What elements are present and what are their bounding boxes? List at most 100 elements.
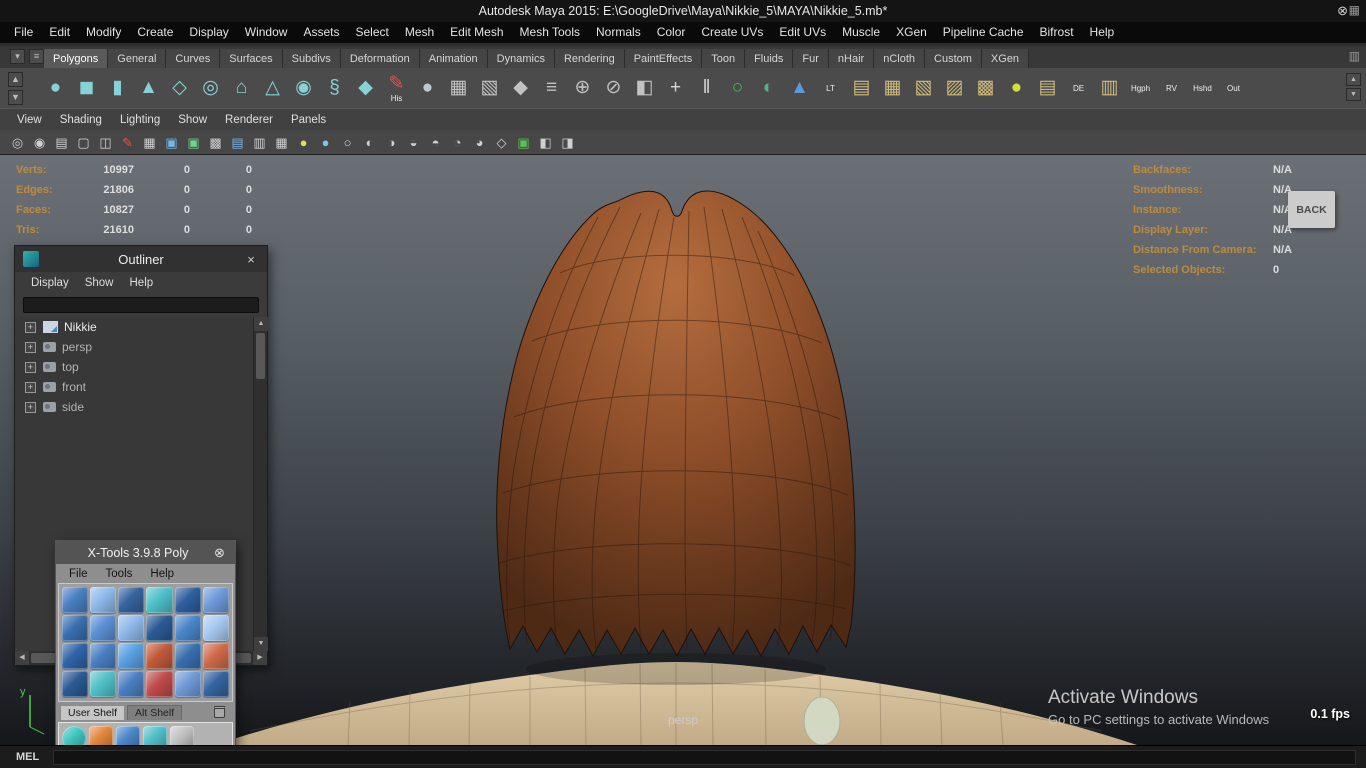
shelf-tab[interactable]: Deformation xyxy=(340,49,420,68)
outliner-item[interactable]: side xyxy=(15,397,253,417)
outliner-menu-item[interactable]: Help xyxy=(122,277,162,289)
menu-item[interactable]: Help xyxy=(1082,22,1123,43)
outliner-menu-item[interactable]: Show xyxy=(77,277,122,289)
menubar-right-icon[interactable]: ▦ xyxy=(1349,3,1360,17)
outliner-item[interactable]: front xyxy=(15,377,253,397)
menu-item[interactable]: Edit xyxy=(41,22,78,43)
poly-pyramid-icon[interactable]: △ xyxy=(257,70,288,106)
xtools-tool-icon[interactable] xyxy=(202,587,229,613)
shelf-tabs-right-icon[interactable]: ▥ xyxy=(1349,49,1360,63)
outliner-close-icon[interactable]: × xyxy=(243,252,259,267)
xtools-tool-icon[interactable] xyxy=(90,615,117,641)
menu-item[interactable]: Modify xyxy=(78,22,129,43)
expand-icon[interactable] xyxy=(25,321,36,333)
shelf-tab[interactable]: Curves xyxy=(166,49,221,68)
xtools-tool-icon[interactable] xyxy=(90,587,117,613)
poly-platonic-icon[interactable]: ◆ xyxy=(350,70,381,106)
command-line-input[interactable] xyxy=(53,749,1356,765)
camera-select-icon[interactable]: ◎ xyxy=(8,133,27,152)
uv-sew-icon[interactable]: ▩ xyxy=(970,70,1001,106)
menu-item[interactable]: Select xyxy=(347,22,396,43)
expand-icon[interactable] xyxy=(25,381,36,393)
panel-menu-item[interactable]: View xyxy=(8,114,51,126)
panel-layout-icon[interactable]: ◨ xyxy=(558,133,577,152)
occlusion-toggle-icon[interactable]: ◔ xyxy=(448,133,467,152)
shelf-tab[interactable]: Fur xyxy=(793,49,829,68)
wireframe-mode-icon[interactable]: ○ xyxy=(338,133,357,152)
resolution-gate-icon[interactable]: ▣ xyxy=(184,133,203,152)
xtools-tool-icon[interactable] xyxy=(174,615,201,641)
shelf-tab[interactable]: PaintEffects xyxy=(624,49,703,68)
menu-item[interactable]: Create xyxy=(129,22,181,43)
extrude-icon[interactable]: ▧ xyxy=(474,70,505,106)
poly-pipe-icon[interactable]: ◉ xyxy=(288,70,319,106)
hypershade-button[interactable]: Hshd xyxy=(1187,70,1218,106)
mel-label[interactable]: MEL xyxy=(10,749,45,765)
isolate-select-icon[interactable]: ▣ xyxy=(514,133,533,152)
poly-prism-icon[interactable]: ⌂ xyxy=(226,70,257,106)
render-view-button[interactable]: RV xyxy=(1156,70,1187,106)
panel-menu-item[interactable]: Panels xyxy=(282,114,335,126)
xtools-shelf-tab[interactable]: Alt Shelf xyxy=(127,705,183,720)
live-surface-button[interactable]: LT xyxy=(815,70,846,106)
shelf-tab[interactable]: Rendering xyxy=(554,49,625,68)
shelf-tab[interactable]: XGen xyxy=(981,49,1030,68)
xtools-menu-item[interactable]: Tools xyxy=(97,568,142,580)
xtools-tool-icon[interactable] xyxy=(62,587,89,613)
combine-icon[interactable]: ⊕ xyxy=(567,70,598,106)
xtools-close-icon[interactable]: ⊗ xyxy=(212,545,227,561)
shelf-collapse-down-icon[interactable]: ▼ xyxy=(8,90,23,105)
textured-mode-icon[interactable]: ◑ xyxy=(382,133,401,152)
shelf-tab[interactable]: Fluids xyxy=(745,49,794,68)
shelf-menu-icon[interactable]: ▾ xyxy=(10,49,25,64)
menu-item[interactable]: Edit UVs xyxy=(771,22,834,43)
use-all-lights-icon[interactable]: ◒ xyxy=(404,133,423,152)
xtools-tool-icon[interactable] xyxy=(146,587,173,613)
grid-toggle-icon[interactable]: ▦ xyxy=(140,133,159,152)
shelf-tab[interactable]: Polygons xyxy=(44,49,109,68)
add-divisions-icon[interactable]: ▦ xyxy=(443,70,474,106)
poly-cylinder-icon[interactable]: ▮ xyxy=(102,70,133,106)
expand-icon[interactable] xyxy=(25,361,36,373)
shelf-tab[interactable]: Surfaces xyxy=(220,49,283,68)
panel-menu-item[interactable]: Shading xyxy=(51,114,111,126)
shelf-tab[interactable]: nHair xyxy=(828,49,875,68)
xtools-tool-icon[interactable] xyxy=(90,671,117,697)
symmetry-toggle-icon[interactable]: ○ xyxy=(722,70,753,106)
shelf-tab[interactable]: Toon xyxy=(702,49,746,68)
view-pane-icon[interactable]: ◫ xyxy=(96,133,115,152)
gate-mask-icon[interactable]: ▩ xyxy=(206,133,225,152)
move-normal-tool-icon[interactable]: ▲ xyxy=(784,70,815,106)
bookmark-icon[interactable]: ▤ xyxy=(52,133,71,152)
xtools-tool-icon[interactable] xyxy=(146,643,173,669)
outliner-item[interactable]: Nikkie xyxy=(15,317,253,337)
hypergraph-button[interactable]: Hgph xyxy=(1125,70,1156,106)
film-gate-icon[interactable]: ▣ xyxy=(162,133,181,152)
xtools-tool-icon[interactable] xyxy=(146,615,173,641)
panel-menu-item[interactable]: Show xyxy=(169,114,216,126)
menu-item[interactable]: Edit Mesh xyxy=(442,22,511,43)
xray-toggle-icon[interactable]: ◇ xyxy=(492,133,511,152)
shadows-toggle-icon[interactable]: ◓ xyxy=(426,133,445,152)
xtools-tool-icon[interactable] xyxy=(118,643,145,669)
xtools-menu-item[interactable]: Help xyxy=(141,568,183,580)
uv-cut-icon[interactable]: ▨ xyxy=(939,70,970,106)
bridge-icon[interactable]: ≡ xyxy=(536,70,567,106)
shelf-options-icon[interactable]: ≡ xyxy=(29,49,44,64)
shelf-tab[interactable]: Dynamics xyxy=(487,49,555,68)
xtools-tool-icon[interactable] xyxy=(146,671,173,697)
poly-sphere-icon[interactable]: ● xyxy=(40,70,71,106)
xtools-shelf-tab[interactable]: User Shelf xyxy=(60,705,126,720)
soft-select-icon[interactable]: ◐ xyxy=(753,70,784,106)
xtools-tool-icon[interactable] xyxy=(118,671,145,697)
shelf-collapse-up-icon[interactable]: ▲ xyxy=(8,72,23,87)
menu-item[interactable]: XGen xyxy=(888,22,935,43)
menu-item[interactable]: Mesh Tools xyxy=(512,22,588,43)
view-back-badge[interactable]: BACK xyxy=(1288,191,1335,228)
window-close-icon[interactable]: ⊗ xyxy=(1337,3,1348,19)
scrollbar-thumb[interactable] xyxy=(256,333,265,379)
uv-align-icon[interactable]: ▤ xyxy=(1032,70,1063,106)
xtools-tool-icon[interactable] xyxy=(118,587,145,613)
expand-icon[interactable] xyxy=(25,401,36,413)
xtools-tool-icon[interactable] xyxy=(62,671,89,697)
